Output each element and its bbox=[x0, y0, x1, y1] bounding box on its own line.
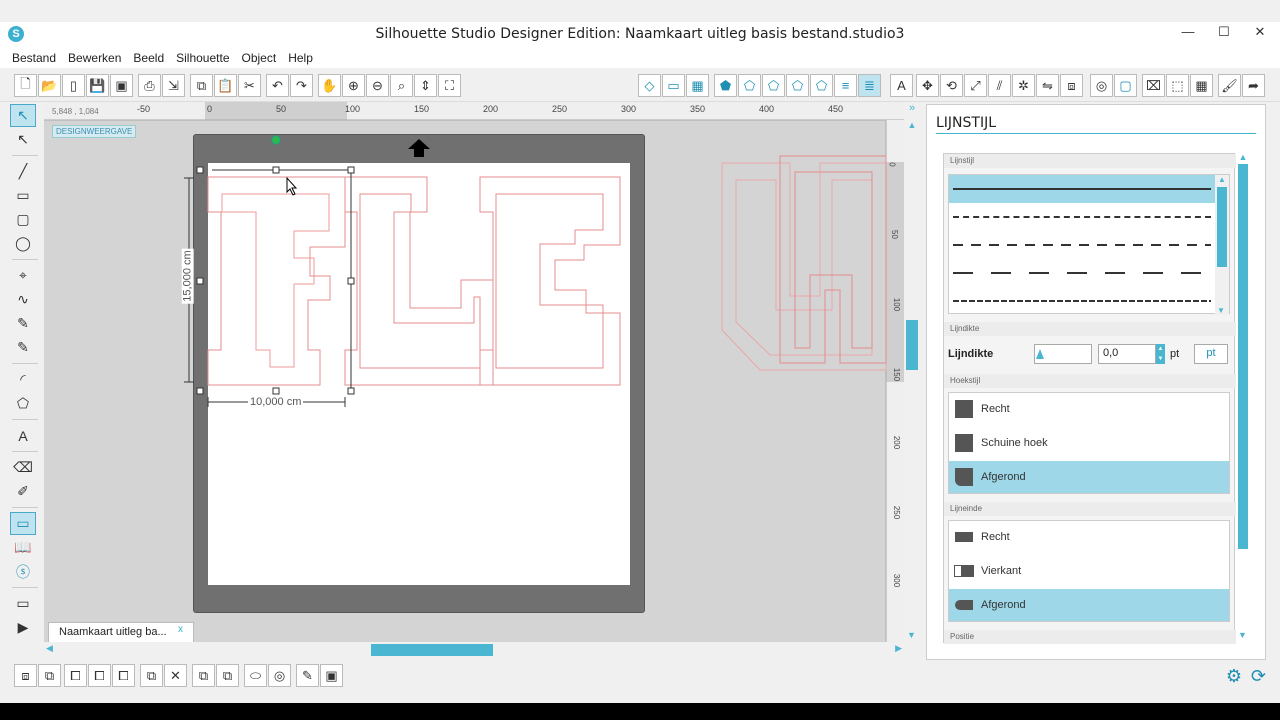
canvas-horizontal-scrollbar[interactable]: ◀ ▶ bbox=[44, 642, 904, 658]
replicate-icon[interactable]: ✲ bbox=[1012, 74, 1035, 97]
panel-scroll-thumb[interactable] bbox=[1238, 164, 1248, 549]
bring-forward-icon[interactable]: ⧉ bbox=[192, 664, 215, 687]
hand-cursor-icon bbox=[286, 176, 298, 196]
release-compound-icon[interactable]: ⧠ bbox=[88, 664, 111, 687]
rotate-handle-icon bbox=[271, 135, 281, 145]
arrange-icon[interactable]: ⧠ bbox=[112, 664, 135, 687]
line-width-input[interactable]: 0,0 bbox=[1098, 344, 1156, 364]
scroll-right-icon[interactable]: ▶ bbox=[895, 643, 902, 654]
corner-bevel-icon bbox=[955, 434, 973, 452]
end-option-afgerond[interactable]: Afgerond bbox=[949, 589, 1229, 621]
mirror-icon[interactable]: ⇋ bbox=[1036, 74, 1059, 97]
line-width-label: Lijndikte bbox=[948, 348, 994, 360]
collapse-panel-icon[interactable]: » bbox=[904, 102, 920, 120]
line-style-dash-dense[interactable] bbox=[949, 287, 1215, 315]
weld-icon[interactable]: ⬭ bbox=[244, 664, 267, 687]
delete-icon[interactable]: ✕ bbox=[164, 664, 187, 687]
make-compound-icon[interactable]: ⧠ bbox=[64, 664, 87, 687]
store-icon[interactable]: 🖌 bbox=[1218, 74, 1241, 97]
end-option-recht[interactable]: Recht bbox=[949, 521, 1229, 553]
horizontal-scroll-thumb[interactable] bbox=[371, 644, 493, 656]
design-shapes bbox=[184, 135, 887, 407]
send-backward-icon[interactable]: ⧉ bbox=[216, 664, 239, 687]
line-width-unit: pt bbox=[1170, 348, 1180, 360]
trace-bottom-icon[interactable]: ✎ bbox=[296, 664, 319, 687]
line-width-row: Lijndikte 0,0 ▲ ▼ pt pt bbox=[948, 344, 1230, 368]
settings-gear-icon[interactable]: ⚙ bbox=[1226, 666, 1242, 687]
close-button[interactable]: ✕ bbox=[1252, 24, 1268, 40]
rotate-icon[interactable]: ⟲ bbox=[940, 74, 963, 97]
offset-icon[interactable]: ◎ bbox=[1090, 74, 1113, 97]
line-style-solid[interactable] bbox=[949, 175, 1215, 203]
letter-f-outline bbox=[207, 176, 346, 386]
end-option-vierkant[interactable]: Vierkant bbox=[949, 555, 1229, 587]
bottom-toolbar: ⧈ ⧉ ⧠ ⧠ ⧠ ⧉ ✕ ⧉ ⧉ ⬭ ◎ ✎ ▣ bbox=[0, 660, 1280, 692]
letter-u-outline bbox=[721, 162, 887, 371]
shear-icon[interactable]: ⫽ bbox=[988, 74, 1011, 97]
print-cut-icon[interactable]: ▦ bbox=[1190, 74, 1213, 97]
section-corner-header: Hoekstijl bbox=[944, 374, 1236, 388]
modify-icon[interactable]: ⧈ bbox=[1060, 74, 1083, 97]
unit-toggle-button[interactable]: pt bbox=[1194, 344, 1228, 364]
end-round-icon bbox=[955, 600, 973, 610]
corner-square-icon bbox=[955, 400, 973, 418]
scroll-down-icon[interactable]: ▼ bbox=[907, 630, 916, 640]
line-end-list: Recht Vierkant Afgerond bbox=[948, 520, 1230, 622]
maximize-button[interactable]: ☐ bbox=[1216, 24, 1232, 40]
line-width-stepper[interactable]: ▲ ▼ bbox=[1156, 344, 1165, 364]
width-dimension: 10,000 cm bbox=[248, 396, 304, 408]
registration-icon[interactable]: ⬚ bbox=[1166, 74, 1189, 97]
cut-settings-icon[interactable]: ⌧ bbox=[1142, 74, 1165, 97]
slider-handle-icon bbox=[1036, 349, 1044, 359]
offset-bottom-icon[interactable]: ◎ bbox=[268, 664, 291, 687]
section-linewidth-header: Lijndikte bbox=[944, 322, 1236, 336]
panel-scrollbar[interactable]: ▲ ▼ bbox=[1237, 152, 1249, 640]
line-style-dash-fine[interactable] bbox=[949, 203, 1215, 231]
section-position-header: Positie bbox=[944, 630, 1236, 644]
line-style-list: ▲ ▼ bbox=[948, 174, 1230, 315]
minimize-button[interactable]: — bbox=[1180, 24, 1196, 40]
end-butt-icon bbox=[955, 532, 973, 542]
vertical-scroll-thumb[interactable] bbox=[906, 320, 918, 370]
panel-inner: Lijnstijl ▲ ▼ Lijndikte Lijndikte 0,0 ▲ … bbox=[943, 153, 1236, 644]
line-style-dash-long[interactable] bbox=[949, 259, 1215, 287]
corner-style-list: Recht Schuine hoek Afgerond bbox=[948, 392, 1230, 494]
corner-option-recht[interactable]: Recht bbox=[949, 393, 1229, 425]
corner-round-icon bbox=[955, 468, 973, 486]
object-3d-icon[interactable]: ▣ bbox=[320, 664, 343, 687]
panel-scroll-up-icon[interactable]: ▲ bbox=[1237, 152, 1249, 162]
panel-scroll-down-icon[interactable]: ▼ bbox=[1238, 630, 1247, 640]
line-style-scrollbar[interactable]: ▲ ▼ bbox=[1215, 175, 1229, 315]
transform-icon[interactable]: ✥ bbox=[916, 74, 939, 97]
app-window: S Silhouette Studio Designer Edition: Na… bbox=[0, 0, 1280, 703]
send-icon[interactable]: ➦ bbox=[1242, 74, 1265, 97]
section-end-header: Lijneinde bbox=[944, 502, 1236, 516]
trace-icon[interactable]: ▢ bbox=[1114, 74, 1137, 97]
document-tab-close-icon[interactable]: x bbox=[178, 624, 183, 635]
letter-e-outline bbox=[479, 176, 621, 386]
corner-option-schuine[interactable]: Schuine hoek bbox=[949, 427, 1229, 459]
document-tab-label: Naamkaart uitleg ba... bbox=[59, 626, 167, 638]
document-tab[interactable]: Naamkaart uitleg ba... x bbox=[48, 622, 194, 642]
line-style-panel: LIJNSTIJL Lijnstijl ▲ ▼ Lijndikte Lijndi… bbox=[926, 104, 1266, 660]
line-style-dash-medium[interactable] bbox=[949, 231, 1215, 259]
panel-title: LIJNSTIJL bbox=[936, 115, 997, 131]
corner-option-afgerond[interactable]: Afgerond bbox=[949, 461, 1229, 493]
scroll-up-icon[interactable]: ▲ bbox=[904, 120, 920, 130]
group-icon[interactable]: ⧈ bbox=[14, 664, 37, 687]
section-linestyle-header: Lijnstijl bbox=[944, 154, 1236, 168]
height-dimension: 15,000 cm bbox=[181, 248, 194, 304]
scroll-left-icon[interactable]: ◀ bbox=[46, 643, 53, 654]
letter-r-outline bbox=[779, 155, 887, 364]
letter-l-outline bbox=[344, 176, 494, 386]
ungroup-icon[interactable]: ⧉ bbox=[38, 664, 61, 687]
end-square-icon bbox=[954, 565, 974, 577]
scale-icon[interactable]: ⤢ bbox=[964, 74, 987, 97]
canvas-vertical-scrollbar[interactable]: ▲ ▼ bbox=[904, 120, 920, 642]
line-width-slider[interactable] bbox=[1034, 344, 1092, 364]
refresh-icon[interactable]: ⟳ bbox=[1251, 666, 1266, 687]
duplicate-icon[interactable]: ⧉ bbox=[140, 664, 163, 687]
